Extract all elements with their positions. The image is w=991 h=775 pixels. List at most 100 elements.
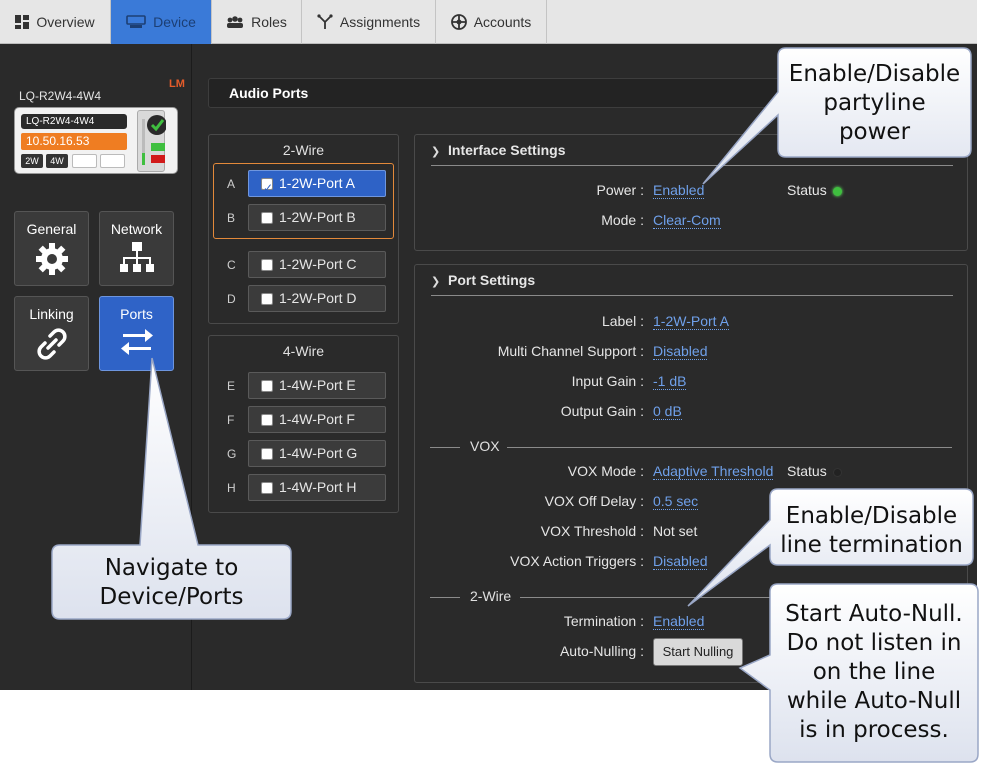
vox-rule-left xyxy=(430,447,460,448)
device-card[interactable]: LQ-R2W4-4W4 10.50.16.53 2W 4W xyxy=(14,107,178,174)
callout-power-line: partyline xyxy=(823,90,926,116)
port-button-a[interactable]: 1-2W-Port A xyxy=(248,170,386,201)
callout-autonull-line: Start Auto-Null. xyxy=(785,601,963,627)
roles-icon xyxy=(227,16,244,28)
device-status-column xyxy=(137,110,167,172)
port-checkbox-c[interactable] xyxy=(261,259,273,271)
port-label-f: 1-4W-Port F xyxy=(279,411,355,427)
lm-badge: LM xyxy=(169,78,185,90)
vox-threshold-label: VOX Threshold : xyxy=(540,523,644,539)
callout-power: Enable/Disable partyline power xyxy=(778,60,971,147)
port-button-b[interactable]: 1-2W-Port B xyxy=(248,204,386,231)
tab-device-label: Device xyxy=(153,14,196,30)
sidebar-linking-button[interactable]: Linking xyxy=(14,296,89,371)
power-value-link[interactable]: Enabled xyxy=(653,182,705,199)
autonull-label: Auto-Nulling : xyxy=(559,643,644,659)
power-label: Power : xyxy=(596,182,644,198)
callout-autonull: Start Auto-Null. Do not listen in on the… xyxy=(770,600,978,745)
two-wire-heading: 2-Wire xyxy=(470,588,512,604)
vox-off-delay-label: VOX Off Delay : xyxy=(544,493,644,509)
device-ip-label: 10.50.16.53 xyxy=(21,133,127,150)
label-value-link[interactable]: 1-2W-Port A xyxy=(653,313,729,330)
chevron-down-icon: ❯ xyxy=(431,146,441,158)
callout-termination-line: line termination xyxy=(780,532,963,558)
tab-roles[interactable]: Roles xyxy=(212,0,302,44)
port-button-e[interactable]: 1-4W-Port E xyxy=(248,372,386,399)
port-letter-g: G xyxy=(227,447,237,461)
mcs-value-link[interactable]: Disabled xyxy=(653,343,708,360)
audio-ports-title: Audio Ports xyxy=(229,85,309,101)
vox-mode-value-link[interactable]: Adaptive Threshold xyxy=(653,463,774,480)
chip-empty-2 xyxy=(100,154,125,168)
port-checkbox-a[interactable] xyxy=(261,176,273,201)
tab-roles-label: Roles xyxy=(251,14,287,30)
chip-empty-1 xyxy=(72,154,97,168)
power-status-label: Status xyxy=(787,182,827,198)
vox-triggers-value-link[interactable]: Disabled xyxy=(653,553,708,570)
port-button-c[interactable]: 1-2W-Port C xyxy=(248,251,386,278)
four-wire-title: 4-Wire xyxy=(282,343,325,359)
sidebar-linking-label: Linking xyxy=(29,306,74,322)
port-letter-b: B xyxy=(227,211,236,225)
port-letter-d: D xyxy=(227,292,236,306)
vox-status-indicator xyxy=(833,468,842,477)
port-button-f[interactable]: 1-4W-Port F xyxy=(248,406,386,433)
tab-accounts-label: Accounts xyxy=(473,14,532,30)
port-label-e: 1-4W-Port E xyxy=(279,377,356,393)
chevron-down-icon: ❯ xyxy=(431,276,441,288)
vox-heading: VOX xyxy=(470,438,500,454)
port-label-b: 1-2W-Port B xyxy=(279,209,356,225)
tab-device[interactable]: Device xyxy=(111,0,212,44)
termination-value-link[interactable]: Enabled xyxy=(653,613,705,630)
sidebar-ports-button[interactable]: Ports xyxy=(99,296,174,371)
vox-triggers-label: VOX Action Triggers : xyxy=(510,553,644,569)
port-letter-e: E xyxy=(227,379,236,393)
port-letter-a: A xyxy=(227,177,236,191)
interface-settings-header[interactable]: ❯ Interface Settings xyxy=(431,142,565,158)
chip-2w: 2W xyxy=(21,154,43,168)
callout-termination: Enable/Disable line termination xyxy=(770,502,973,560)
port-button-g[interactable]: 1-4W-Port G xyxy=(248,440,386,467)
output-gain-value-link[interactable]: 0 dB xyxy=(653,403,682,420)
callout-termination-line: Enable/Disable xyxy=(785,503,958,529)
port-checkbox-h[interactable] xyxy=(261,482,273,494)
callout-autonull-line: while Auto-Null xyxy=(786,688,962,714)
port-checkbox-g[interactable] xyxy=(261,448,273,460)
two-wire-title: 2-Wire xyxy=(282,142,325,158)
power-status-indicator xyxy=(833,187,842,196)
port-button-h[interactable]: 1-4W-Port H xyxy=(248,474,386,501)
port-label-d: 1-2W-Port D xyxy=(279,290,357,306)
port-label-g: 1-4W-Port G xyxy=(279,445,358,461)
port-checkbox-f[interactable] xyxy=(261,414,273,426)
port-label-c: 1-2W-Port C xyxy=(279,256,357,272)
port-checkbox-e[interactable] xyxy=(261,380,273,392)
port-button-d[interactable]: 1-2W-Port D xyxy=(248,285,386,312)
tab-accounts[interactable]: Accounts xyxy=(436,0,547,44)
start-nulling-button[interactable]: Start Nulling xyxy=(653,638,743,666)
tab-overview[interactable]: Overview xyxy=(0,0,111,44)
dashboard-icon xyxy=(15,15,30,29)
mode-label: Mode : xyxy=(601,212,644,228)
chip-4w: 4W xyxy=(46,154,68,168)
callout-autonull-line: Do not listen in xyxy=(786,630,962,656)
port-checkbox-d[interactable] xyxy=(261,293,273,305)
input-gain-value-link[interactable]: -1 dB xyxy=(653,373,687,390)
port-settings-header[interactable]: ❯ Port Settings xyxy=(431,272,535,288)
port-settings-rule xyxy=(431,295,953,296)
sidebar-general-label: General xyxy=(26,221,77,237)
vox-mode-label: VOX Mode : xyxy=(567,463,644,479)
link-icon xyxy=(36,328,67,360)
sidebar-ports-label: Ports xyxy=(120,306,153,322)
ports-arrows-icon xyxy=(120,329,153,355)
port-label-a: 1-2W-Port A xyxy=(279,175,355,191)
top-nav: Overview Device Roles Assignments Accoun… xyxy=(0,0,977,44)
two-wire-rule-right xyxy=(520,597,770,598)
sidebar-general-button[interactable]: General xyxy=(14,211,89,286)
vox-off-delay-value-link[interactable]: 0.5 sec xyxy=(653,493,699,510)
tab-assignments-label: Assignments xyxy=(339,14,421,30)
mode-value-link[interactable]: Clear-Com xyxy=(653,212,721,229)
sidebar-network-button[interactable]: Network xyxy=(99,211,174,286)
two-wire-rule-left xyxy=(430,597,460,598)
tab-assignments[interactable]: Assignments xyxy=(302,0,436,44)
port-checkbox-b[interactable] xyxy=(261,212,273,224)
